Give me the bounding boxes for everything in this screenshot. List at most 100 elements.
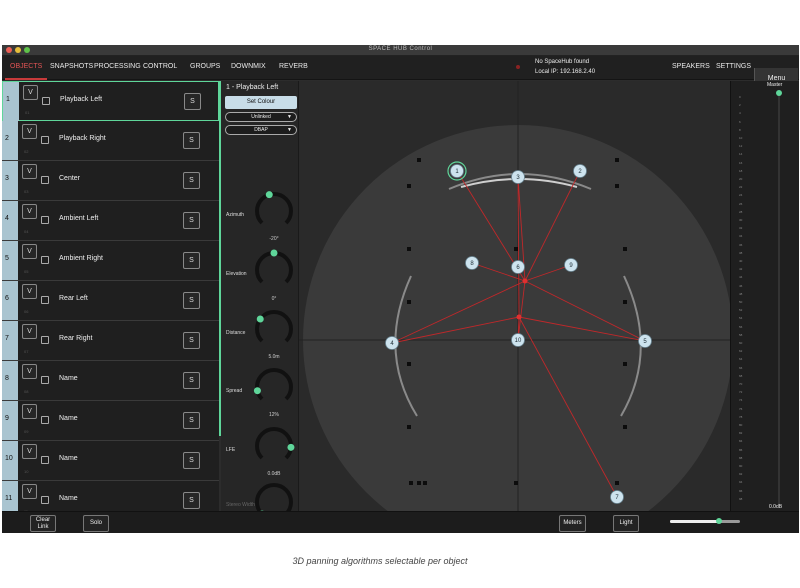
object-row[interactable]: 3 V Center S 03	[2, 161, 219, 201]
object-row[interactable]: 1 V Playback Left S 01	[2, 81, 219, 121]
solo-object-button[interactable]: S	[183, 452, 200, 469]
master-fader-handle[interactable]	[776, 90, 782, 96]
object-checkbox[interactable]	[42, 97, 50, 105]
visibility-button[interactable]: V	[22, 444, 37, 459]
solo-object-button[interactable]: S	[183, 412, 200, 429]
grid-marker	[417, 158, 421, 162]
grid-marker	[514, 481, 518, 485]
visibility-button[interactable]: V	[22, 404, 37, 419]
view-slider-handle[interactable]	[716, 518, 722, 524]
object-name[interactable]: Center	[59, 175, 80, 182]
visibility-button[interactable]: V	[22, 244, 37, 259]
source-point[interactable]	[522, 278, 528, 284]
meter-tick-label: 84	[739, 439, 743, 444]
object-row[interactable]: 4 V Ambient Left S 04	[2, 201, 219, 241]
tab-groups[interactable]: GROUPS	[190, 63, 220, 70]
solo-object-button[interactable]: S	[183, 492, 200, 509]
object-name[interactable]: Name	[59, 375, 78, 382]
meter-tick-label: 26	[739, 201, 743, 206]
visibility-button[interactable]: V	[22, 324, 37, 339]
solo-object-button[interactable]: S	[183, 372, 200, 389]
object-name[interactable]: Playback Right	[59, 135, 106, 142]
knob-track[interactable]	[255, 251, 293, 284]
knob-track[interactable]	[255, 192, 293, 225]
solo-object-button[interactable]: S	[183, 172, 200, 189]
local-ip: Local IP: 192.168.2.40	[535, 69, 596, 75]
object-name[interactable]: Rear Right	[59, 335, 92, 342]
solo-object-button[interactable]: S	[183, 212, 200, 229]
solo-button[interactable]: Solo	[83, 515, 109, 532]
knob-handle[interactable]	[270, 249, 278, 257]
visibility-button[interactable]: V	[22, 124, 37, 139]
object-name[interactable]: Ambient Left	[59, 215, 98, 222]
object-checkbox[interactable]	[41, 496, 49, 504]
solo-object-button[interactable]: S	[183, 252, 200, 269]
object-row[interactable]: 7 V Rear Right S 07	[2, 321, 219, 361]
meter-tick-label: 54	[739, 316, 743, 321]
solo-object-button[interactable]: S	[183, 132, 200, 149]
object-row[interactable]: 9 V Name S 09	[2, 401, 219, 441]
solo-object-button[interactable]: S	[183, 332, 200, 349]
object-row[interactable]: 5 V Ambient Right S 05	[2, 241, 219, 281]
object-name[interactable]: Playback Left	[60, 96, 102, 103]
visibility-button[interactable]: V	[23, 85, 38, 100]
visibility-button[interactable]: V	[22, 164, 37, 179]
master-fader-track[interactable]	[778, 94, 780, 504]
tab-objects[interactable]: OBJECTS	[10, 63, 42, 70]
light-button[interactable]: Light	[613, 515, 639, 532]
nav-bar: OBJECTS SNAPSHOTS PROCESSING CONTROL GRO…	[2, 56, 799, 90]
meter-tick-label: 76	[739, 406, 743, 411]
object-name[interactable]: Name	[59, 415, 78, 422]
object-checkbox[interactable]	[41, 336, 49, 344]
solo-object-button[interactable]: S	[183, 292, 200, 309]
object-checkbox[interactable]	[41, 456, 49, 464]
visibility-button[interactable]: V	[22, 204, 37, 219]
meters-button[interactable]: Meters	[559, 515, 586, 532]
object-row[interactable]: 10 V Name S 10	[2, 441, 219, 481]
object-checkbox[interactable]	[41, 256, 49, 264]
tab-reverb[interactable]: REVERB	[279, 63, 308, 70]
meter-tick-label: 14	[739, 152, 743, 157]
solo-object-button[interactable]: S	[184, 93, 201, 110]
object-checkbox[interactable]	[41, 216, 49, 224]
object-name[interactable]: Ambient Right	[59, 255, 103, 262]
object-checkbox[interactable]	[41, 296, 49, 304]
tab-downmix[interactable]: DOWNMIX	[231, 63, 266, 70]
tab-processing[interactable]: PROCESSING	[94, 63, 141, 70]
tab-speakers[interactable]: SPEAKERS	[672, 63, 710, 70]
knob-handle[interactable]	[253, 387, 261, 395]
object-checkbox[interactable]	[41, 176, 49, 184]
object-row[interactable]: 8 V Name S 08	[2, 361, 219, 401]
tab-control[interactable]: CONTROL	[143, 63, 177, 70]
meter-tick-label: 46	[739, 283, 743, 288]
tab-snapshots[interactable]: SNAPSHOTS	[50, 63, 93, 70]
object-number: 4	[2, 201, 18, 240]
knob-handle[interactable]	[265, 191, 273, 199]
visibility-button[interactable]: V	[22, 284, 37, 299]
visibility-button[interactable]: V	[22, 484, 37, 499]
clear-link-button[interactable]: Clear Link	[30, 515, 56, 532]
object-name[interactable]: Rear Left	[59, 295, 88, 302]
object-checkbox[interactable]	[41, 136, 49, 144]
knob-handle[interactable]	[256, 315, 264, 323]
object-row[interactable]: 6 V Rear Left S 06	[2, 281, 219, 321]
knob-track[interactable]	[255, 368, 293, 401]
tab-settings[interactable]: SETTINGS	[716, 63, 751, 70]
object-row[interactable]: 2 V Playback Right S 02	[2, 121, 219, 161]
meter-tick-label: 10	[739, 136, 743, 140]
object-row[interactable]: 11VNameS11	[2, 481, 219, 511]
object-name[interactable]: Name	[59, 495, 78, 502]
view-slider[interactable]	[670, 518, 740, 524]
speaker-canvas[interactable]: 1 234 5678 910	[299, 81, 730, 511]
visibility-button[interactable]: V	[22, 364, 37, 379]
source-point[interactable]	[516, 314, 522, 320]
object-name[interactable]: Name	[59, 455, 78, 462]
view-slider-fill	[670, 520, 719, 523]
object-checkbox[interactable]	[41, 376, 49, 384]
meter-tick-label: 48	[739, 291, 743, 296]
knob-handle[interactable]	[287, 443, 295, 451]
knob-track[interactable]	[255, 483, 293, 511]
knob-track[interactable]	[255, 427, 293, 460]
object-checkbox[interactable]	[41, 416, 49, 424]
object-number: 5	[2, 241, 18, 280]
